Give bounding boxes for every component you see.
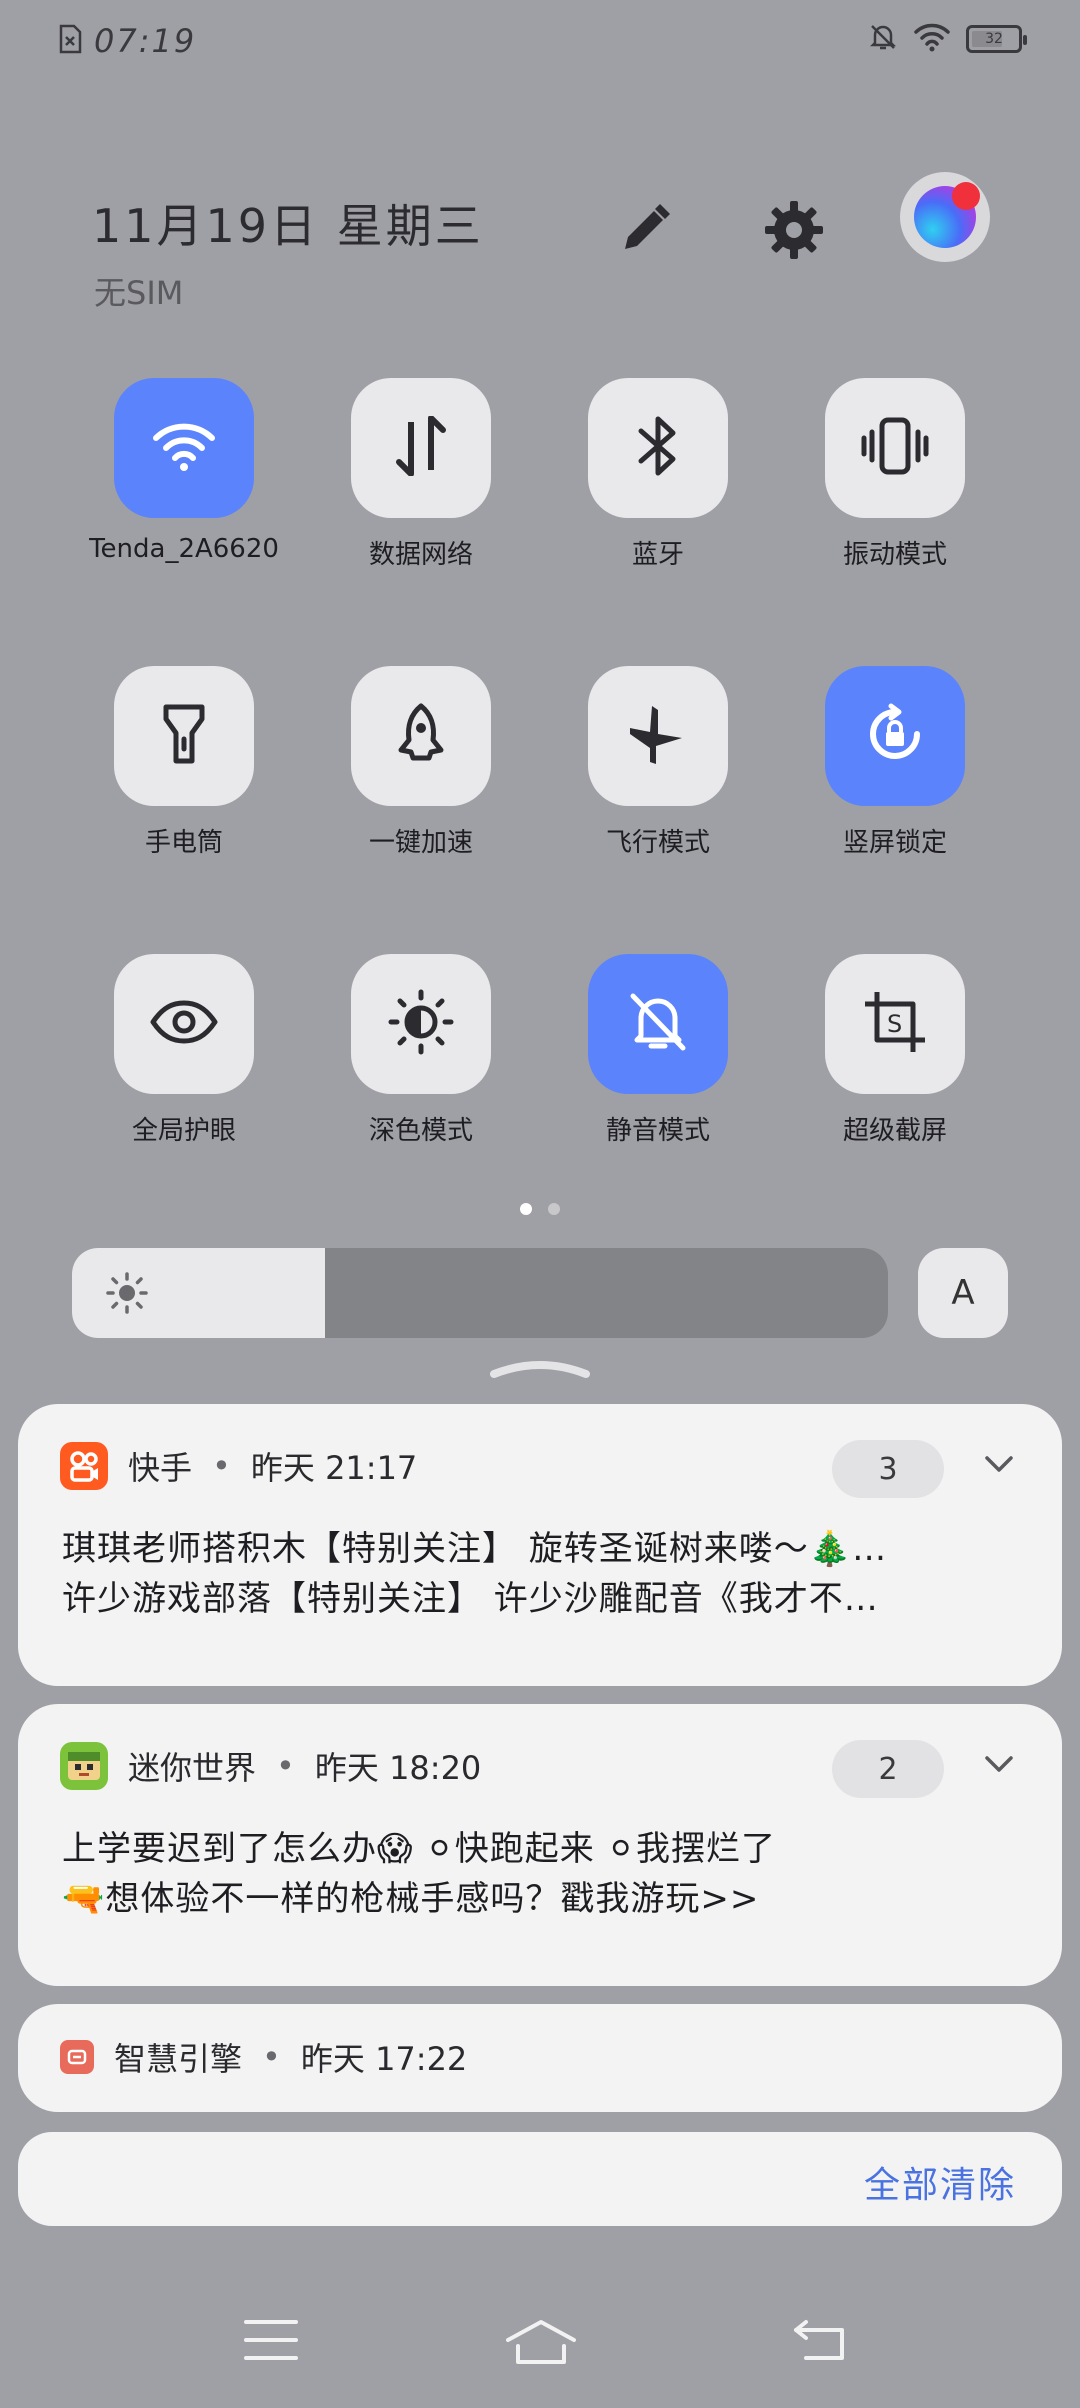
- tile-rotation-lock[interactable]: [825, 666, 965, 806]
- brightness-slider[interactable]: [72, 1248, 888, 1338]
- notification-body: 琪琪老师搭积木【特别关注】 旋转圣诞树来喽～🎄… 许少游戏部落【特别关注】 许少…: [62, 1524, 1018, 1624]
- home-icon[interactable]: [504, 2318, 578, 2370]
- tile-dark-mode[interactable]: [351, 954, 491, 1094]
- settings-icon[interactable]: [752, 188, 836, 272]
- tile-silent-mode[interactable]: [588, 954, 728, 1094]
- notification-card-smart-engine[interactable]: 智慧引擎 • 昨天 17:22: [18, 2004, 1062, 2112]
- notification-line: 上学要迟到了怎么办😱 ⚪快跑起来 ⚪我摆烂了: [62, 1829, 777, 1869]
- tile-rocket[interactable]: [351, 666, 491, 806]
- bell-off-icon: [868, 22, 898, 56]
- tile-flashlight[interactable]: [114, 666, 254, 806]
- edit-icon[interactable]: [602, 188, 686, 272]
- battery-icon: 32: [966, 25, 1027, 53]
- rocket-icon: [393, 702, 449, 770]
- rotation-lock-icon: [863, 702, 927, 770]
- tile-label-vibrate: 振动模式: [842, 540, 947, 570]
- tile-label-airplane: 飞行模式: [605, 828, 710, 858]
- tile-eye-care[interactable]: [114, 954, 254, 1094]
- bluetooth-icon: [635, 415, 681, 481]
- sim-error-icon: [58, 24, 82, 58]
- notification-time: 昨天 18:20: [314, 1749, 482, 1787]
- app-name: 快手: [128, 1449, 193, 1487]
- status-left: 07:19: [58, 22, 196, 60]
- tile-label-rocket: 一键加速: [368, 828, 473, 858]
- chevron-down-icon[interactable]: [984, 1454, 1014, 1478]
- bell-off-icon: [627, 990, 689, 1058]
- separator-dot: •: [276, 1747, 295, 1785]
- smart-engine-icon: [60, 2040, 94, 2074]
- avatar[interactable]: [900, 172, 990, 262]
- date-text: 11月19日 星期三: [92, 199, 484, 253]
- tile-wifi[interactable]: [114, 378, 254, 518]
- notification-line: 许少游戏部落【特别关注】 许少沙雕配音《我才不…: [62, 1579, 879, 1619]
- tile-bluetooth[interactable]: [588, 378, 728, 518]
- page-indicator: [0, 1203, 1080, 1215]
- avatar-orb: [914, 182, 980, 248]
- kuaishou-icon: [60, 1442, 108, 1490]
- tile-label-flashlight: 手电筒: [144, 828, 223, 858]
- notification-header: 快手 • 昨天 21:17: [60, 1442, 417, 1490]
- eye-icon: [149, 999, 219, 1049]
- brightness-icon: [106, 1272, 148, 1318]
- panel-handle[interactable]: [490, 1356, 590, 1384]
- notification-header: 智慧引擎 • 昨天 17:22: [60, 2034, 467, 2080]
- clear-all-button[interactable]: 全部清除: [864, 2156, 1016, 2208]
- notification-header: 迷你世界 • 昨天 18:20: [60, 1742, 481, 1790]
- notification-count[interactable]: 2: [832, 1740, 944, 1798]
- tile-label-data-network: 数据网络: [368, 540, 473, 570]
- page-dot-1[interactable]: [520, 1203, 532, 1215]
- clear-all-card: 全部清除: [18, 2132, 1062, 2226]
- notification-line: 🔫想体验不一样的枪械手感吗？戳我游玩>>: [62, 1879, 760, 1919]
- page-dot-2[interactable]: [548, 1203, 560, 1215]
- airplane-icon: [626, 702, 690, 770]
- tile-label-wifi: Tenda_2A6620: [89, 534, 279, 564]
- notification-time: 昨天 21:17: [250, 1449, 418, 1487]
- navigation-bar: [0, 2300, 1080, 2390]
- app-name: 智慧引擎: [114, 2040, 243, 2078]
- tile-super-screenshot[interactable]: S: [825, 954, 965, 1094]
- notification-time: 昨天 17:22: [300, 2040, 468, 2078]
- notification-dot: [952, 182, 980, 210]
- battery-level: 32: [985, 31, 1003, 47]
- notification-body: 上学要迟到了怎么办😱 ⚪快跑起来 ⚪我摆烂了 🔫想体验不一样的枪械手感吗？戳我游…: [62, 1824, 1018, 1924]
- notification-card-mini-world[interactable]: 迷你世界 • 昨天 18:20 2 上学要迟到了怎么办😱 ⚪快跑起来 ⚪我摆烂了…: [18, 1704, 1062, 1986]
- notification-count[interactable]: 3: [832, 1440, 944, 1498]
- wifi-icon: [914, 22, 950, 56]
- tile-label-silent-mode: 静音模式: [605, 1116, 710, 1146]
- status-bar: 07:19 32: [0, 0, 1080, 84]
- mini-world-icon: [60, 1742, 108, 1790]
- chevron-down-icon[interactable]: [984, 1754, 1014, 1778]
- tile-airplane[interactable]: [588, 666, 728, 806]
- sim-status: 无SIM: [94, 274, 184, 312]
- back-icon[interactable]: [792, 2318, 846, 2366]
- tile-label-bluetooth: 蓝牙: [631, 540, 684, 570]
- flashlight-icon: [162, 703, 206, 769]
- status-right: 32: [868, 22, 1027, 56]
- tile-data-network[interactable]: [351, 378, 491, 518]
- tile-vibrate[interactable]: [825, 378, 965, 518]
- notification-line: 琪琪老师搭积木【特别关注】 旋转圣诞树来喽～🎄…: [62, 1529, 888, 1569]
- vibrate-icon: [860, 416, 930, 480]
- auto-brightness-button[interactable]: A: [918, 1248, 1008, 1338]
- notification-card-kuaishou[interactable]: 快手 • 昨天 21:17 3 琪琪老师搭积木【特别关注】 旋转圣诞树来喽～🎄……: [18, 1404, 1062, 1686]
- separator-dot: •: [212, 1447, 231, 1485]
- app-name: 迷你世界: [128, 1749, 257, 1787]
- tile-label-dark-mode: 深色模式: [368, 1116, 473, 1146]
- menu-icon[interactable]: [244, 2318, 298, 2366]
- tile-label-rotation-lock: 竖屏锁定: [842, 828, 947, 858]
- tile-label-super-screenshot: 超级截屏: [842, 1116, 947, 1146]
- separator-dot: •: [262, 2038, 281, 2076]
- dark-mode-icon: [388, 989, 454, 1059]
- svg-text:S: S: [887, 1010, 902, 1038]
- data-network-icon: [393, 415, 449, 480]
- screenshot-crop-icon: S: [863, 990, 927, 1058]
- tile-label-eye-care: 全局护眼: [131, 1116, 236, 1146]
- wifi-icon: [152, 420, 216, 476]
- clock: 07:19: [94, 22, 197, 60]
